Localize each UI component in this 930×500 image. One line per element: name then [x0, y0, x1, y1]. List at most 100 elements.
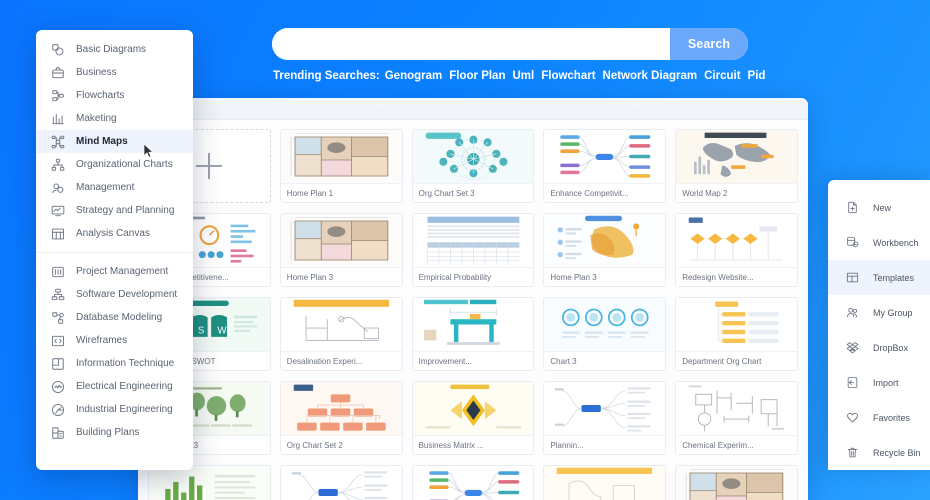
workspace-item-templates[interactable]: Templates [828, 260, 930, 295]
template-card[interactable]: English Part Of Sp... [279, 465, 403, 500]
template-card[interactable]: World Map 2 [675, 129, 798, 203]
trending-item-network-diagram[interactable]: Network Diagram [603, 70, 698, 82]
category-item-strategy-and-planning[interactable]: Strategy and Planning [36, 199, 193, 222]
template-card[interactable]: Plannin... [543, 381, 667, 455]
category-item-label: Industrial Engineering [76, 404, 173, 415]
template-card[interactable]: Department Org Chart [675, 297, 798, 371]
category-item-database-modeling[interactable]: Database Modeling [36, 306, 193, 329]
trending-label: Trending Searches: [273, 70, 380, 82]
template-card[interactable]: Desalination Experi... [279, 297, 403, 371]
template-label: Enhance Competivit... [544, 183, 666, 202]
workspace-item-dropbox[interactable]: DropBox [828, 330, 930, 365]
template-thumbnail [412, 214, 534, 267]
category-item-information-technique[interactable]: Information Technique [36, 352, 193, 375]
workspace-item-recycle-bin[interactable]: Recycle Bin [828, 435, 930, 470]
template-card[interactable]: Org Chart Set 3 [411, 129, 535, 203]
dropbox-icon [845, 341, 859, 355]
trending-item-pid[interactable]: Pid [748, 70, 766, 82]
plus-icon [196, 153, 223, 179]
trending-item-circuit[interactable]: Circuit [704, 70, 740, 82]
trending-item-floor-plan[interactable]: Floor Plan [449, 70, 505, 82]
category-item-project-management[interactable]: Project Management [36, 260, 193, 283]
category-item-software-development[interactable]: Software Development [36, 283, 193, 306]
template-card[interactable]: Column Chart an... [148, 465, 271, 500]
template-thumbnail [676, 214, 797, 267]
category-item-analysis-canvas[interactable]: Analysis Canvas [36, 222, 193, 245]
template-card[interactable]: Chart 3 [543, 297, 667, 371]
search-button[interactable]: Search [670, 28, 748, 60]
template-card[interactable]: Redesign Website... [675, 213, 798, 287]
flowchart-icon [50, 88, 65, 103]
search-input[interactable] [272, 28, 670, 60]
category-item-business[interactable]: Business [36, 61, 193, 84]
template-card[interactable]: Home Plan 3 [279, 213, 403, 287]
svg-text:W: W [217, 325, 227, 336]
template-card[interactable]: Home Plan 1 [279, 129, 403, 203]
template-card[interactable]: Business Matrix ... [411, 381, 535, 455]
template-thumbnail [412, 466, 534, 500]
trending-item-flowchart[interactable]: Flowchart [541, 70, 595, 82]
template-thumbnail [676, 298, 797, 351]
template-label: Plannin... [544, 435, 666, 454]
template-thumbnail [412, 382, 534, 435]
category-item-wireframes[interactable]: Wireframes [36, 329, 193, 352]
workspace-item-my-group[interactable]: My Group [828, 295, 930, 330]
workspace-item-label: Workbench [873, 237, 919, 248]
trending-item-genogram[interactable]: Genogram [385, 70, 443, 82]
category-group-primary: Basic Diagrams Business Flowcharts Maketing… [36, 38, 193, 245]
template-label: World Map 2 [676, 183, 797, 202]
category-item-basic-diagrams[interactable]: Basic Diagrams [36, 38, 193, 61]
new-file-icon [845, 201, 859, 215]
category-item-label: Maketing [76, 113, 117, 124]
template-label: Org Chart Set 2 [280, 435, 402, 454]
category-item-label: Strategy and Planning [76, 205, 175, 216]
template-thumbnail [544, 466, 666, 500]
template-card[interactable]: Improvement... [411, 297, 535, 371]
template-label: Chemical Experim... [676, 435, 797, 454]
template-thumbnail [280, 130, 402, 183]
template-card[interactable]: Empirical Probability [411, 213, 535, 287]
category-item-industrial-engineering[interactable]: Industrial Engineering [36, 398, 193, 421]
strategy-icon [50, 203, 65, 218]
template-thumbnail [280, 298, 402, 351]
template-card[interactable]: Life Plan [543, 465, 667, 500]
briefcase-icon [50, 65, 65, 80]
panel-header-strip [138, 98, 808, 120]
template-card[interactable]: Chemical Experim... [675, 381, 798, 455]
trending-item-uml[interactable]: Uml [512, 70, 534, 82]
menu-divider [36, 252, 193, 253]
category-item-electrical-engineering[interactable]: Electrical Engineering [36, 375, 193, 398]
category-item-organizational-charts[interactable]: Organizational Charts [36, 153, 193, 176]
workspace-item-import[interactable]: Import [828, 365, 930, 400]
category-item-flowcharts[interactable]: Flowcharts [36, 84, 193, 107]
category-item-label: Management [76, 182, 135, 193]
category-item-label: Mind Maps [76, 136, 128, 147]
template-card[interactable]: Flowchart Sample [411, 465, 535, 500]
workspace-item-label: My Group [873, 307, 913, 318]
category-item-label: Basic Diagrams [76, 44, 147, 55]
template-thumbnail [676, 466, 797, 500]
workspace-item-favorites[interactable]: Favorites [828, 400, 930, 435]
category-item-label: Wireframes [76, 335, 128, 346]
template-thumbnail [280, 382, 402, 435]
workspace-item-label: New [873, 202, 892, 213]
software-development-icon [50, 287, 65, 302]
template-label: Home Plan 3 [544, 267, 666, 286]
template-card[interactable]: Home Plan 3 [543, 213, 667, 287]
workspace-item-new[interactable]: New [828, 190, 930, 225]
template-thumbnail [676, 130, 797, 183]
template-label: Department Org Chart [676, 351, 797, 370]
svg-text:S: S [198, 325, 205, 336]
template-thumbnail [149, 466, 270, 500]
category-item-maketing[interactable]: Maketing [36, 107, 193, 130]
category-item-management[interactable]: Management [36, 176, 193, 199]
building-plans-icon [50, 425, 65, 440]
template-card[interactable]: Enhance Competivit... [543, 129, 667, 203]
template-card[interactable]: Home Plan 1 [675, 465, 798, 500]
workspace-item-workbench[interactable]: Workbench [828, 225, 930, 260]
category-item-building-plans[interactable]: Building Plans [36, 421, 193, 444]
category-item-mind-maps[interactable]: Mind Maps [36, 130, 193, 153]
workspace-item-label: Import [873, 377, 899, 388]
template-card[interactable]: Org Chart Set 2 [279, 381, 403, 455]
workspace-item-label: DropBox [873, 342, 909, 353]
